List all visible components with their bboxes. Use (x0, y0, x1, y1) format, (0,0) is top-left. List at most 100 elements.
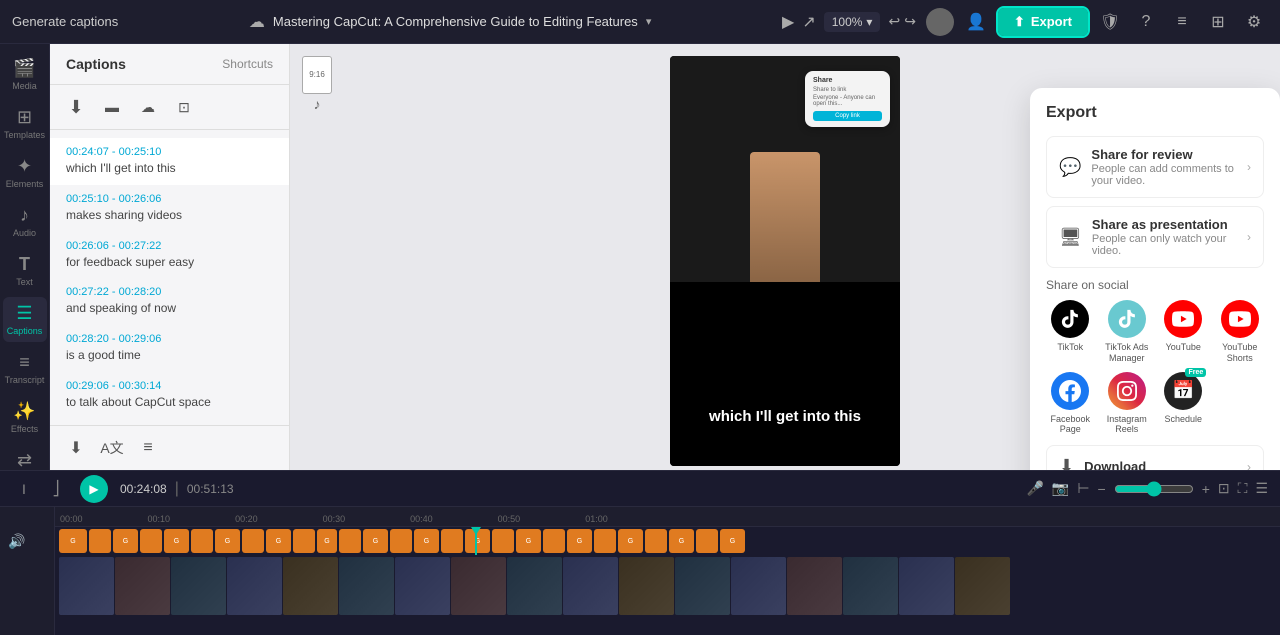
caption-chip[interactable]: G (215, 529, 240, 553)
list-item[interactable]: 00:26:06 - 00:27:22 for feedback super e… (50, 232, 289, 279)
help-icon[interactable]: ? (1132, 8, 1160, 36)
caption-chip[interactable]: G (618, 529, 643, 553)
caption-chip[interactable]: G (363, 529, 388, 553)
settings-icon[interactable]: ⚙ (1240, 8, 1268, 36)
zoom-out-icon[interactable]: − (1098, 481, 1106, 497)
zoom-in-icon[interactable]: + (1202, 481, 1210, 497)
caption-chip[interactable] (492, 529, 514, 553)
split-icon[interactable]: ⊢ (1077, 480, 1089, 497)
caption-chip[interactable]: G (720, 529, 745, 553)
user-icon[interactable]: 👤 (962, 8, 990, 36)
video-frame[interactable] (451, 557, 506, 615)
caption-text[interactable]: to talk about CapCut space (66, 394, 273, 411)
sidebar-item-effects[interactable]: ✨ Effects (3, 395, 47, 440)
video-frame[interactable] (283, 557, 338, 615)
video-frame[interactable] (563, 557, 618, 615)
social-item-youtube[interactable]: YouTube (1159, 300, 1208, 364)
video-frame[interactable] (507, 557, 562, 615)
caption-chip[interactable] (293, 529, 315, 553)
caption-chip[interactable] (543, 529, 565, 553)
video-frame[interactable] (395, 557, 450, 615)
share-for-review-option[interactable]: 💬 Share for review People can add commen… (1046, 136, 1264, 198)
sidebar-item-transitions[interactable]: ⇄ Transitions (3, 444, 47, 470)
caption-text[interactable]: and speaking of now (66, 300, 273, 317)
video-frame[interactable] (171, 557, 226, 615)
video-frame[interactable] (227, 557, 282, 615)
caption-chip[interactable] (594, 529, 616, 553)
video-frame[interactable] (339, 557, 394, 615)
timeline-play-button[interactable]: ▶ (80, 475, 108, 503)
video-frame[interactable] (843, 557, 898, 615)
trim-tool-icon[interactable]: ⎦ (44, 477, 68, 501)
caption-chip[interactable] (696, 529, 718, 553)
caption-chip[interactable] (645, 529, 667, 553)
caption-text[interactable]: which I'll get into this (66, 160, 273, 177)
zoom-control[interactable]: 100% ▾ (824, 12, 881, 32)
undo-icon[interactable]: ↩ (888, 13, 900, 30)
download-option[interactable]: ⬇ Download › (1046, 445, 1264, 470)
camera-icon[interactable]: 📷 (1052, 480, 1069, 497)
video-frame[interactable] (731, 557, 786, 615)
video-frame[interactable] (619, 557, 674, 615)
sidebar-item-media[interactable]: 🎬 Media (3, 52, 47, 97)
caption-chip[interactable] (390, 529, 412, 553)
list-item[interactable]: 00:27:22 - 00:28:20 and speaking of now (50, 278, 289, 325)
caption-tool-4[interactable]: ⊡ (170, 93, 198, 121)
mic-icon[interactable]: 🎤 (1026, 480, 1043, 497)
fit-icon[interactable]: ⊡ (1218, 480, 1230, 497)
share-as-presentation-option[interactable]: 🖥 Share as presentation People can only … (1046, 206, 1264, 268)
caption-text[interactable]: is a good time (66, 347, 273, 364)
social-item-tiktok-ads[interactable]: TikTok Ads Manager (1103, 300, 1152, 364)
caption-chip[interactable] (242, 529, 264, 553)
aspect-ratio-selector[interactable]: 9:16 ♪ (302, 56, 332, 112)
list-item[interactable]: 00:29:06 - 00:30:14 to talk about CapCut… (50, 372, 289, 419)
layout-icon[interactable]: ⊞ (1204, 8, 1232, 36)
social-item-tiktok[interactable]: TikTok (1046, 300, 1095, 364)
cursor-icon[interactable]: ↗ (802, 12, 815, 32)
caption-chip[interactable] (140, 529, 162, 553)
caption-chip[interactable]: G (317, 529, 337, 553)
list-item[interactable]: 00:25:10 - 00:26:06 makes sharing videos (50, 185, 289, 232)
captions-timeline-icon[interactable]: ☰ (1255, 480, 1268, 497)
social-item-youtube-shorts[interactable]: YouTube Shorts (1216, 300, 1265, 364)
caption-chip[interactable]: G (414, 529, 439, 553)
download-captions-icon[interactable]: ⬇ (62, 434, 90, 462)
video-frame[interactable] (675, 557, 730, 615)
cursor-tool-icon[interactable]: I (12, 477, 36, 501)
caption-chip[interactable]: G (164, 529, 189, 553)
chevron-down-icon[interactable]: ▾ (646, 15, 652, 28)
caption-chip[interactable]: G (59, 529, 87, 553)
redo-icon[interactable]: ↪ (904, 13, 916, 30)
caption-text[interactable]: for feedback super easy (66, 254, 273, 271)
sidebar-item-audio[interactable]: ♪ Audio (3, 199, 47, 244)
fullscreen-icon[interactable]: ⛶ (1238, 480, 1248, 497)
export-button[interactable]: ⬆ Export (998, 8, 1088, 36)
sidebar-item-captions[interactable]: ☰ Captions (3, 297, 47, 342)
video-frame[interactable] (115, 557, 170, 615)
caption-chip[interactable]: G (516, 529, 541, 553)
video-frame[interactable] (955, 557, 1010, 615)
shield-icon[interactable]: 🛡 (1096, 8, 1124, 36)
caption-chip[interactable] (191, 529, 213, 553)
caption-tool-1[interactable]: ⬇ (62, 93, 90, 121)
caption-options-icon[interactable]: ≡ (134, 434, 162, 462)
caption-chip[interactable]: G (669, 529, 694, 553)
social-item-instagram[interactable]: Instagram Reels (1103, 372, 1152, 436)
caption-chip[interactable] (441, 529, 463, 553)
shortcuts-button[interactable]: Shortcuts (222, 57, 273, 71)
list-item[interactable]: 00:24:07 - 00:25:10 which I'll get into … (50, 138, 289, 185)
play-icon[interactable]: ▶ (782, 12, 794, 32)
sidebar-item-templates[interactable]: ⊞ Templates (3, 101, 47, 146)
caption-chip[interactable]: G (266, 529, 291, 553)
caption-chip[interactable] (89, 529, 111, 553)
list-item[interactable]: 00:28:20 - 00:29:06 is a good time (50, 325, 289, 372)
social-item-facebook[interactable]: Facebook Page (1046, 372, 1095, 436)
social-item-schedule[interactable]: 📅 Free Schedule (1159, 372, 1208, 436)
sidebar-item-elements[interactable]: ✦ Elements (3, 150, 47, 195)
video-frame[interactable] (899, 557, 954, 615)
caption-chip[interactable] (339, 529, 361, 553)
caption-chip[interactable]: G (567, 529, 592, 553)
caption-chip[interactable]: G (113, 529, 138, 553)
caption-text[interactable]: makes sharing videos (66, 207, 273, 224)
sidebar-item-text[interactable]: T Text (3, 248, 47, 293)
